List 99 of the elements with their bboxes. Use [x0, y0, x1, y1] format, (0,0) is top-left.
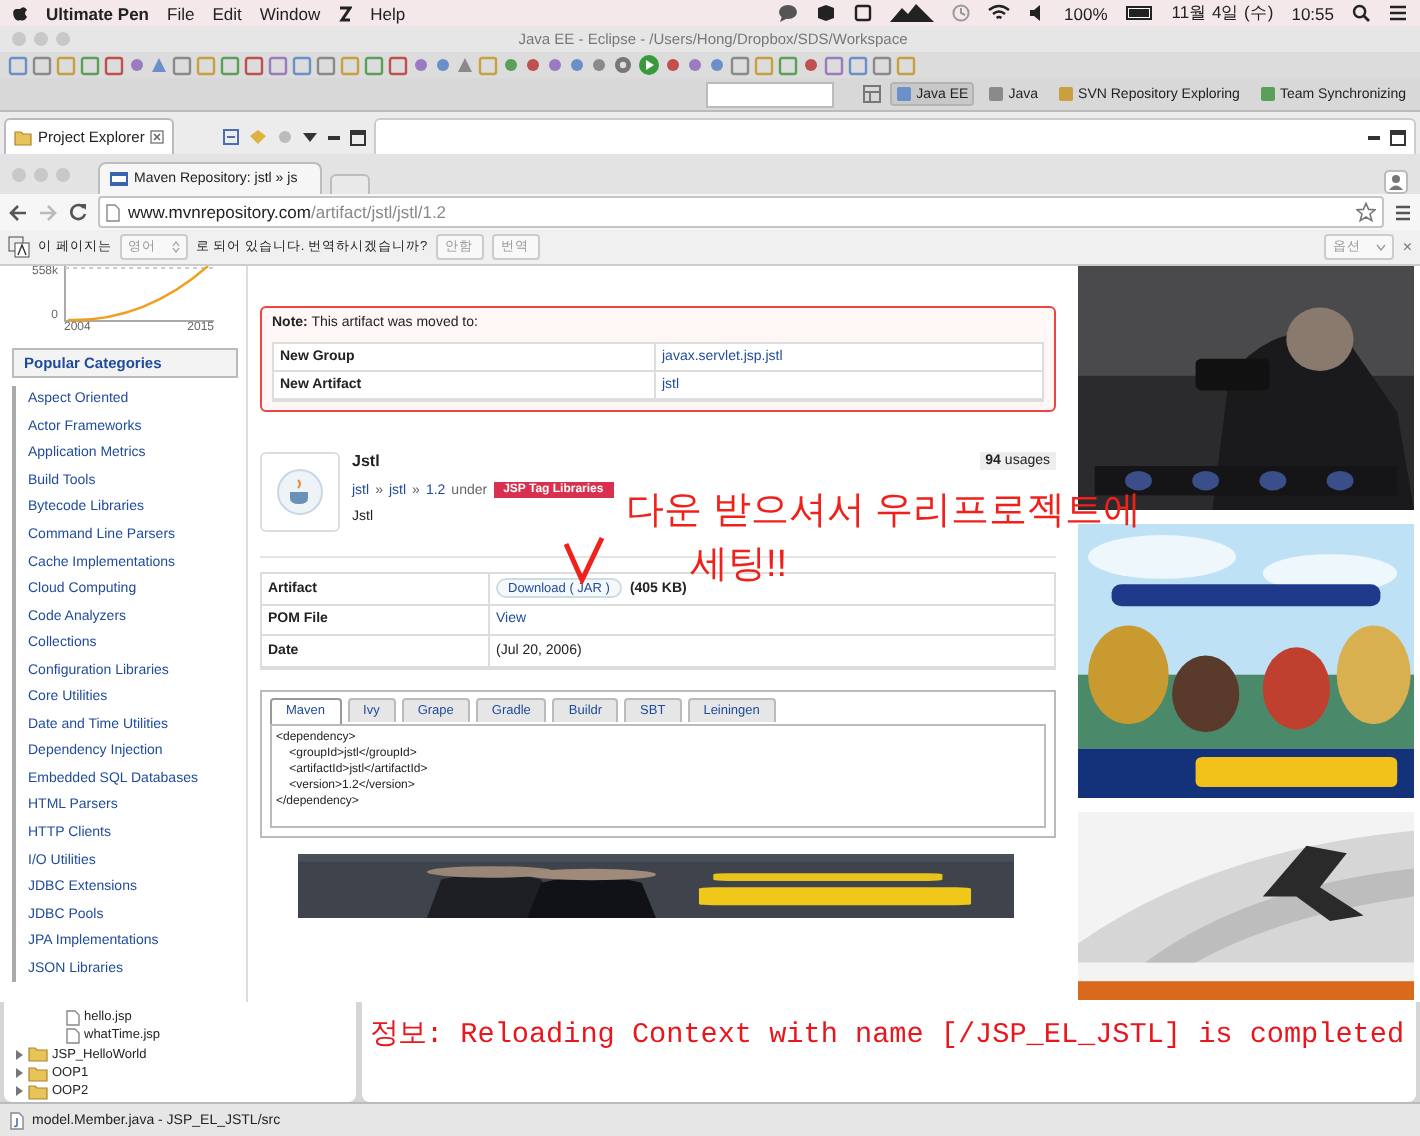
collapsed-arrow-icon[interactable] — [14, 1086, 24, 1097]
tool-square-icon[interactable] — [104, 55, 124, 75]
tool-square-icon[interactable] — [778, 55, 798, 75]
address-bar[interactable]: www.mvnrepository.com/artifact/jstl/jstl/1.2 — [98, 196, 1384, 228]
translate-icon — [8, 236, 30, 258]
menu-item[interactable]: Help — [370, 3, 406, 23]
quick-access-field[interactable] — [706, 81, 835, 107]
tool-square-icon[interactable] — [196, 55, 216, 75]
close-icon[interactable] — [150, 130, 165, 144]
search-icon[interactable] — [1352, 4, 1370, 22]
tool-square-icon[interactable] — [824, 55, 844, 75]
battery-percentage: 100% — [1064, 3, 1108, 23]
reload-icon[interactable] — [68, 202, 88, 222]
square-icon[interactable] — [854, 4, 873, 22]
browser-close-button[interactable] — [12, 167, 26, 181]
tool-square-icon[interactable] — [478, 55, 498, 75]
maximize-icon[interactable] — [1390, 129, 1406, 145]
bookmark-star-icon[interactable] — [1356, 202, 1376, 222]
page-icon — [106, 203, 120, 221]
battery-icon[interactable] — [1125, 6, 1154, 20]
tool-square-icon[interactable] — [244, 55, 264, 75]
window-minimize-button[interactable] — [34, 32, 48, 46]
java-file-icon — [10, 1112, 24, 1130]
tool-dot-icon[interactable] — [802, 56, 820, 74]
window-zoom-button[interactable] — [56, 32, 70, 46]
tool-square-icon[interactable] — [364, 55, 384, 75]
box-icon[interactable] — [816, 4, 837, 22]
clock-icon[interactable] — [952, 4, 971, 22]
perspective-icon — [988, 86, 1005, 102]
annotation-text: 다운 받으셔서 우리프로젝트에 — [626, 490, 1142, 534]
tool-square-icon[interactable] — [896, 55, 916, 75]
folder-icon — [14, 129, 32, 145]
tool-square-icon[interactable] — [340, 55, 360, 75]
chat-bubble-icon[interactable] — [778, 4, 799, 22]
menu-icon[interactable] — [1388, 4, 1408, 22]
collapsed-arrow-icon[interactable] — [14, 1068, 24, 1079]
browser-zoom-button[interactable] — [56, 167, 70, 181]
check-mark-icon — [562, 536, 606, 584]
apple-icon[interactable] — [12, 4, 28, 22]
tool-square-icon[interactable] — [730, 55, 750, 75]
new-tab-button[interactable] — [330, 174, 370, 194]
menubar-date[interactable]: 11월 4일 (수) — [1171, 1, 1274, 25]
menu-item[interactable]: Window — [259, 3, 321, 23]
back-icon[interactable] — [8, 203, 28, 221]
tool-square-icon[interactable] — [32, 55, 52, 75]
tool-square-icon[interactable] — [292, 55, 312, 75]
tool-dot-icon[interactable] — [434, 56, 452, 74]
tool-square-icon[interactable] — [316, 55, 336, 75]
profile-icon[interactable] — [1384, 170, 1408, 194]
tool-square-icon[interactable] — [848, 55, 868, 75]
forward-icon[interactable] — [38, 203, 58, 221]
gear-icon[interactable] — [612, 54, 634, 76]
tool-square-icon[interactable] — [56, 55, 76, 75]
menubar-clock[interactable]: 10:55 — [1291, 3, 1334, 23]
menu-item[interactable]: File — [167, 3, 195, 23]
tool-dot-icon[interactable] — [568, 56, 586, 74]
tool-dot-icon[interactable] — [546, 56, 564, 74]
tool-square-icon[interactable] — [388, 55, 408, 75]
tool-square-icon[interactable] — [754, 55, 774, 75]
wifi-icon[interactable] — [988, 4, 1011, 22]
tool-triangle-icon[interactable] — [150, 56, 168, 74]
tool-dot-icon[interactable] — [502, 56, 520, 74]
tool-square-icon[interactable] — [872, 55, 892, 75]
tool-square-icon[interactable] — [172, 55, 192, 75]
tool-square-icon[interactable] — [220, 55, 240, 75]
tool-square-icon[interactable] — [268, 55, 288, 75]
app-menu[interactable]: Ultimate Pen — [46, 3, 149, 23]
caret-icon — [1376, 243, 1387, 251]
maximize-icon[interactable] — [350, 129, 367, 145]
run-icon[interactable] — [638, 54, 660, 76]
tool-square-icon[interactable] — [8, 55, 28, 75]
open-perspective-icon[interactable] — [862, 84, 883, 104]
browser-minimize-button[interactable] — [34, 167, 48, 181]
tool-dot-icon[interactable] — [590, 56, 608, 74]
tool-dot-icon[interactable] — [664, 56, 682, 74]
close-translate-button[interactable]: × — [1402, 238, 1412, 256]
tool-dot-icon[interactable] — [128, 56, 146, 74]
perspective-icon — [1259, 86, 1276, 102]
perspective-icon — [896, 86, 913, 102]
cup-icon — [276, 468, 324, 516]
collapse-all-icon[interactable] — [222, 128, 241, 146]
window-close-button[interactable] — [12, 32, 26, 46]
view-menu-icon[interactable] — [302, 131, 319, 143]
menu-item[interactable]: Edit — [212, 3, 242, 23]
console-line: 정보: Reloading Context with name [/JSP_EL_JSTL] is completed — [370, 1018, 1407, 1052]
mountain-icon[interactable] — [890, 4, 935, 22]
tool-square-icon[interactable] — [80, 55, 100, 75]
updown-icon — [171, 240, 180, 254]
tool-dot-icon[interactable] — [686, 56, 704, 74]
artifact-name: Jstl — [352, 452, 382, 470]
collapsed-arrow-icon[interactable] — [14, 1049, 24, 1060]
perspective-icon — [1058, 86, 1075, 102]
tool-dot-icon[interactable] — [708, 56, 726, 74]
tool-dot-icon[interactable] — [412, 56, 430, 74]
site-favicon-icon — [110, 172, 128, 186]
annotation-text: 세팅!! — [690, 544, 788, 588]
tool-triangle-icon[interactable] — [456, 56, 474, 74]
menu-icon[interactable] — [1394, 203, 1412, 221]
tool-dot-icon[interactable] — [524, 56, 542, 74]
